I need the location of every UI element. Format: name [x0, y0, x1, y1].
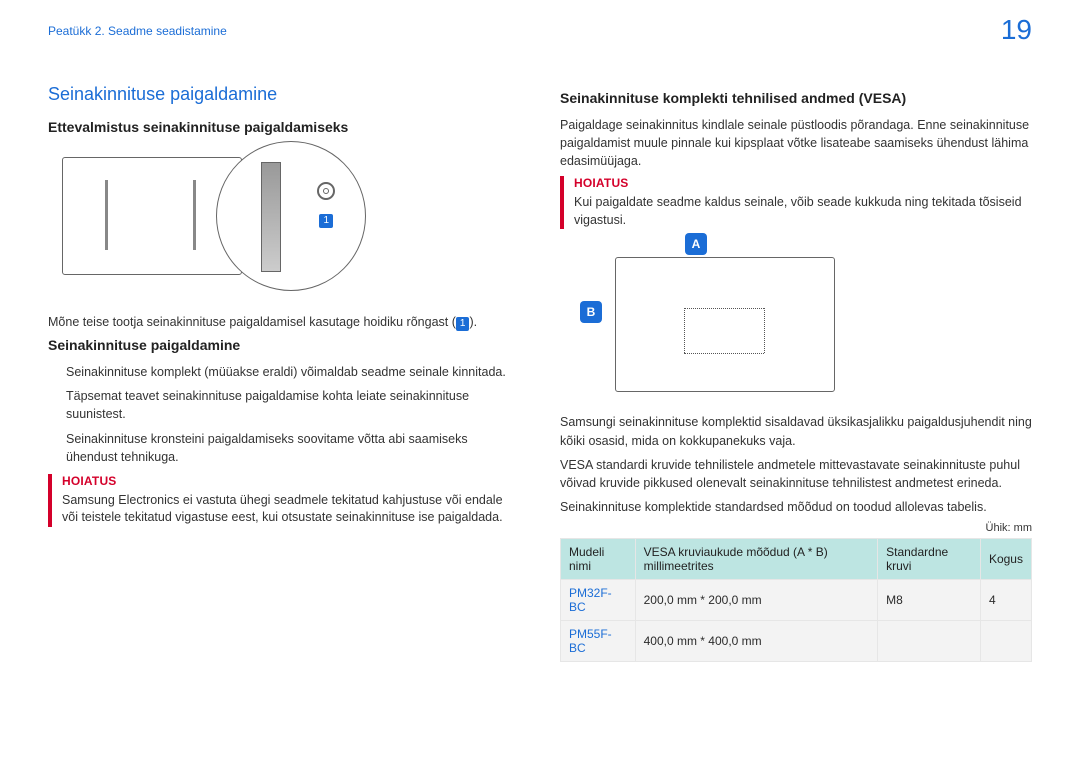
- holder-ring-icon: [317, 182, 335, 200]
- th-screw: Standardne kruvi: [878, 539, 981, 580]
- th-vesa: VESA kruviaukude mõõdud (A * B) millimee…: [635, 539, 878, 580]
- spec-table: Mudeli nimi VESA kruviaukude mõõdud (A *…: [560, 538, 1032, 662]
- tv-rear-icon: [615, 257, 835, 392]
- content-columns: Seinakinnituse paigaldamine Ettevalmistu…: [48, 84, 1032, 662]
- holder-ring-badge: 1: [319, 214, 333, 228]
- kit-p1: Samsungi seinakinnituse komplektid sisal…: [560, 413, 1032, 449]
- mount-p3: Seinakinnituse kronsteini paigaldamiseks…: [48, 430, 520, 466]
- vesa-illustration: A B: [560, 239, 1032, 409]
- mount-p2: Täpsemat teavet seinakinnituse paigaldam…: [48, 387, 520, 423]
- preparation-illustration: 1: [48, 145, 520, 295]
- bracket-icon: [261, 162, 281, 272]
- cell-vesa: 400,0 mm * 400,0 mm: [635, 621, 878, 662]
- mount-p1: Seinakinnituse komplekt (müüakse eraldi)…: [48, 363, 520, 381]
- table-row: PM32F-BC 200,0 mm * 200,0 mm M8 4: [561, 580, 1032, 621]
- right-column: Seinakinnituse komplekti tehnilised andm…: [560, 84, 1032, 662]
- cell-screw: M8: [878, 580, 981, 621]
- table-row: PM55F-BC 400,0 mm * 400,0 mm: [561, 621, 1032, 662]
- ring-note-a: Mõne teise tootja seinakinnituse paigald…: [48, 315, 456, 329]
- mount-subtitle: Seinakinnituse paigaldamine: [48, 337, 520, 353]
- dimension-b-badge: B: [580, 301, 602, 323]
- tv-frame-icon: [62, 157, 242, 275]
- cell-qty: [980, 621, 1031, 662]
- cell-model: PM55F-BC: [561, 621, 636, 662]
- warning-text: Samsung Electronics ei vastuta ühegi sea…: [62, 492, 520, 527]
- vesa-subtitle: Seinakinnituse komplekti tehnilised andm…: [560, 90, 1032, 106]
- table-header-row: Mudeli nimi VESA kruviaukude mõõdud (A *…: [561, 539, 1032, 580]
- ring-note-b: ).: [469, 315, 477, 329]
- unit-note: Ühik: mm: [560, 522, 1032, 534]
- cell-vesa: 200,0 mm * 200,0 mm: [635, 580, 878, 621]
- chapter-title: Peatükk 2. Seadme seadistamine: [48, 24, 227, 38]
- section-title: Seinakinnituse paigaldamine: [48, 84, 520, 105]
- page-number: 19: [1001, 14, 1032, 46]
- warning-text: Kui paigaldate seadme kaldus seinale, võ…: [574, 194, 1032, 229]
- warning-label: HOIATUS: [62, 474, 520, 488]
- vesa-p1: Paigaldage seinakinnitus kindlale seinal…: [560, 116, 1032, 170]
- page-header: Peatükk 2. Seadme seadistamine 19: [48, 24, 1032, 38]
- th-model: Mudeli nimi: [561, 539, 636, 580]
- cell-qty: 4: [980, 580, 1031, 621]
- holder-ring-badge-inline: 1: [456, 317, 470, 331]
- cell-screw: [878, 621, 981, 662]
- left-column: Seinakinnituse paigaldamine Ettevalmistu…: [48, 84, 520, 662]
- cell-model: PM32F-BC: [561, 580, 636, 621]
- warning-label: HOIATUS: [574, 176, 1032, 190]
- kit-p3: Seinakinnituse komplektide standardsed m…: [560, 498, 1032, 516]
- prep-subtitle: Ettevalmistus seinakinnituse paigaldamis…: [48, 119, 520, 135]
- th-qty: Kogus: [980, 539, 1031, 580]
- kit-p2: VESA standardi kruvide tehnilistele andm…: [560, 456, 1032, 492]
- ring-note: Mõne teise tootja seinakinnituse paigald…: [48, 313, 520, 331]
- zoom-detail-icon: 1: [216, 141, 366, 291]
- dimension-a-badge: A: [685, 233, 707, 255]
- warning-block-left: HOIATUS Samsung Electronics ei vastuta ü…: [48, 474, 520, 527]
- warning-block-right: HOIATUS Kui paigaldate seadme kaldus sei…: [560, 176, 1032, 229]
